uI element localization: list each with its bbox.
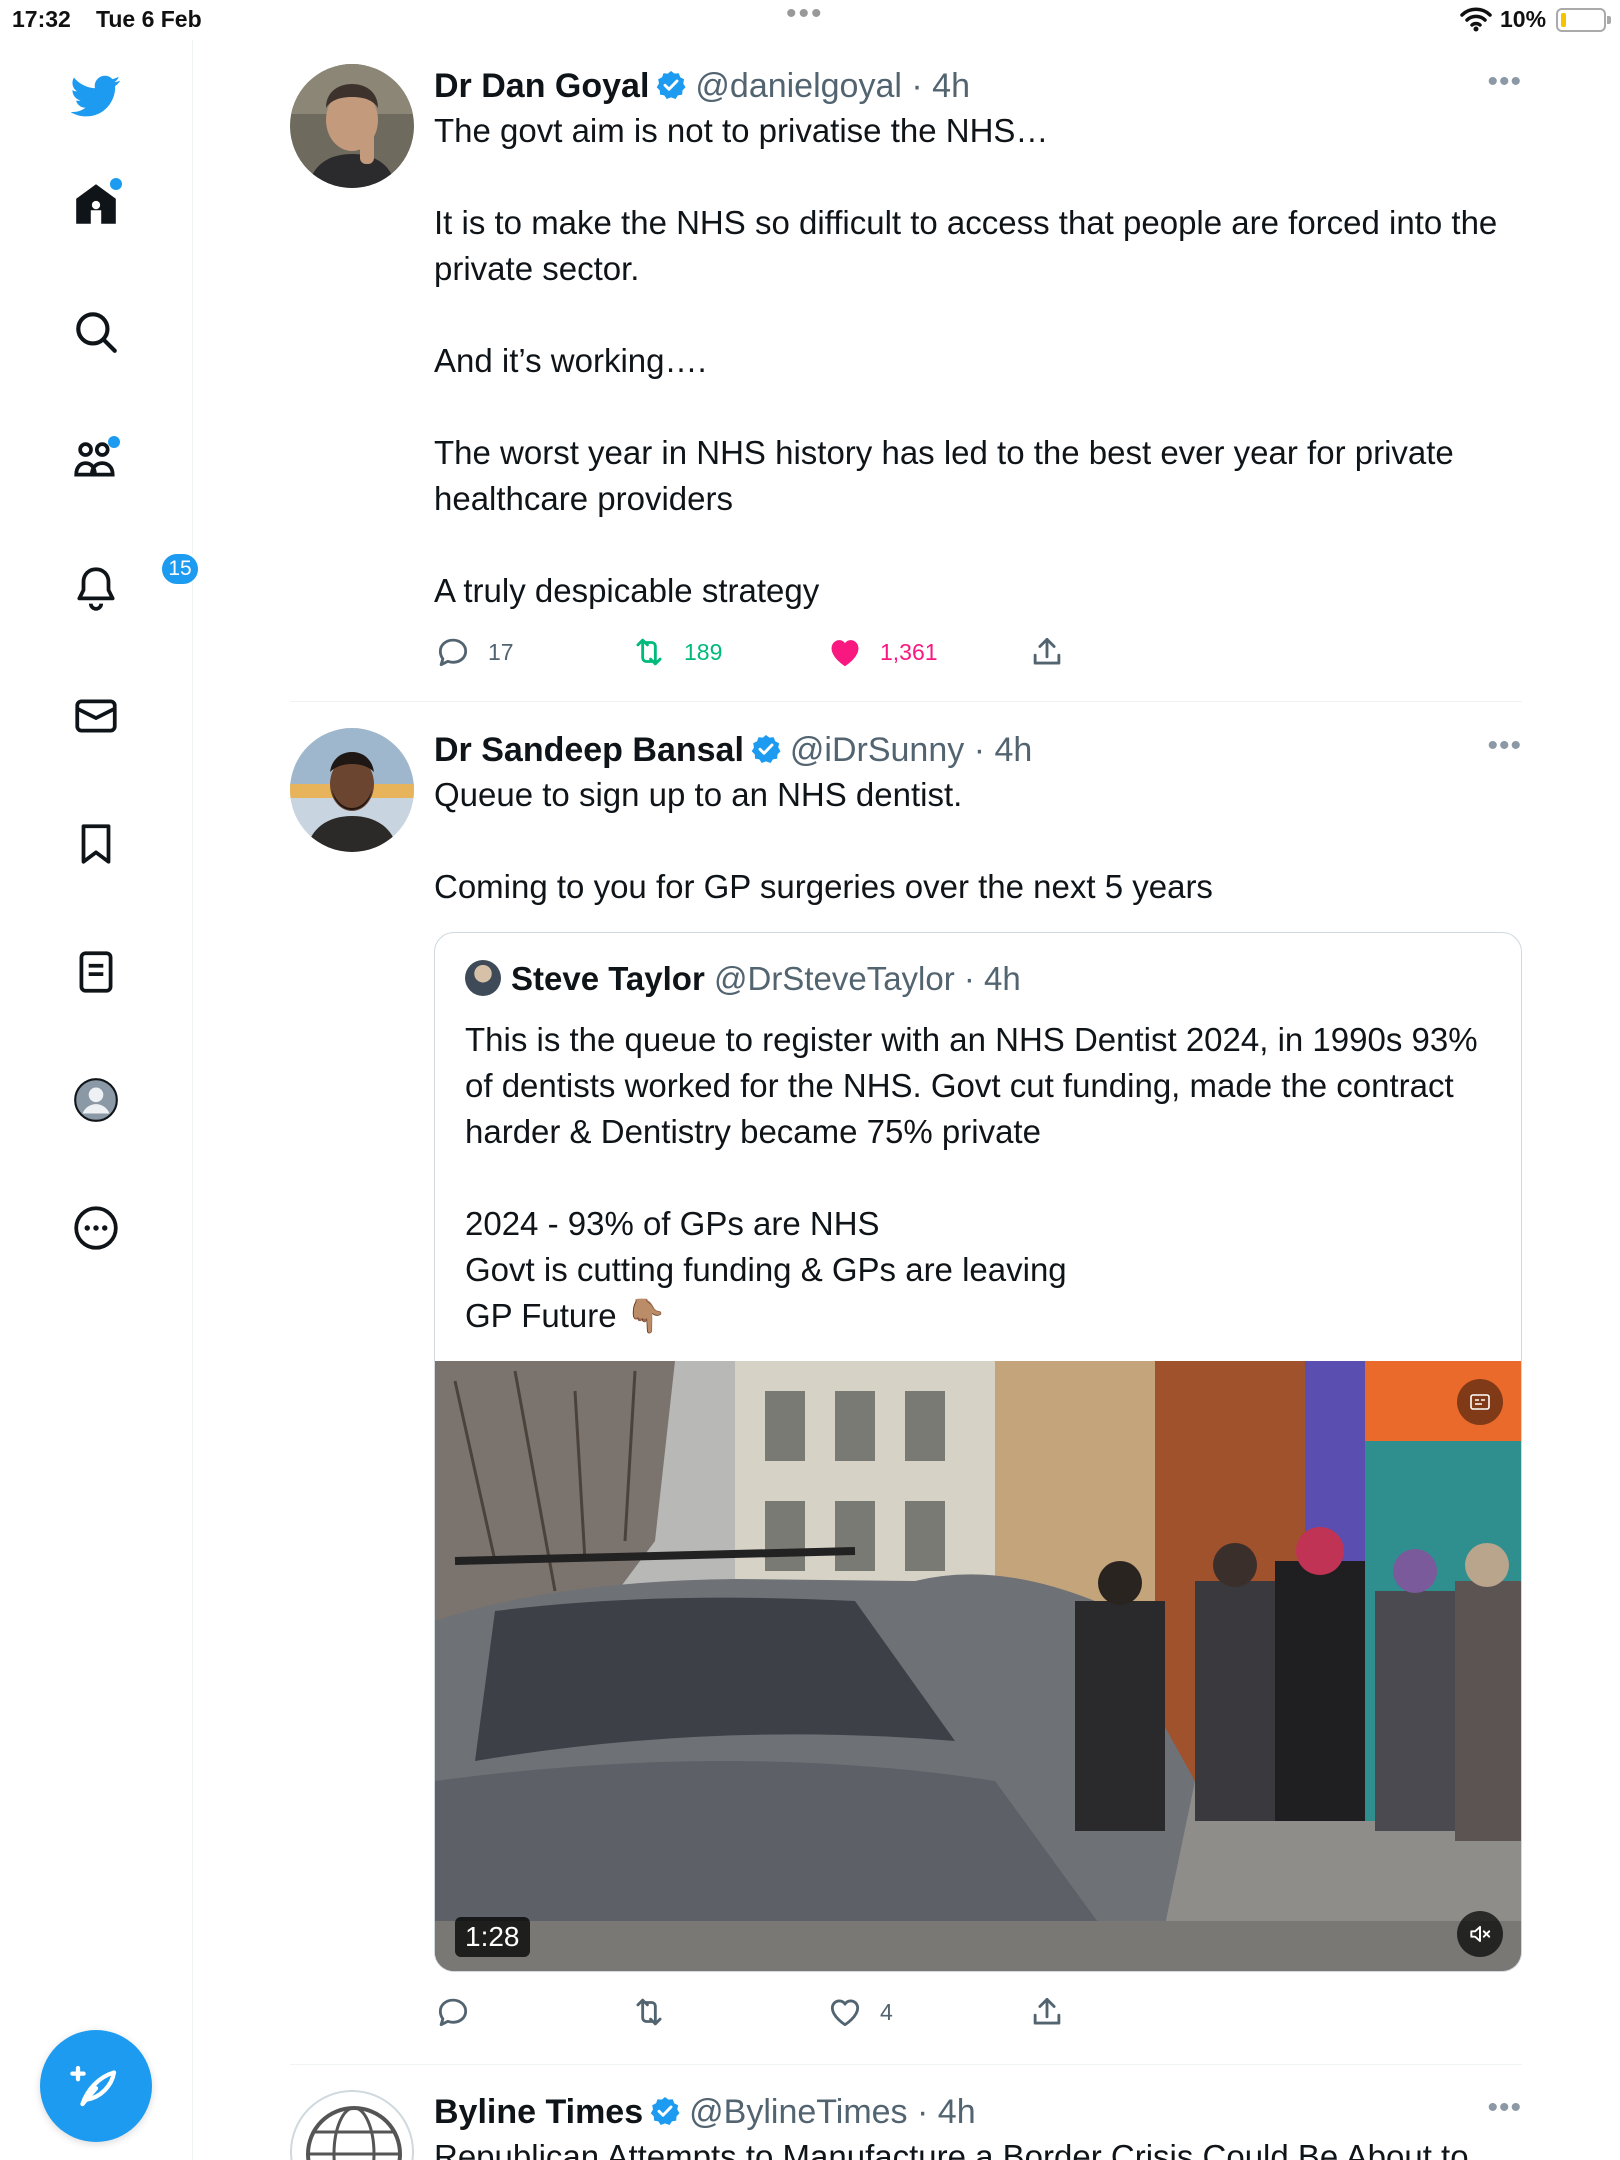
retweet-icon: [636, 1998, 662, 2026]
tweet-age[interactable]: 4h: [932, 67, 970, 105]
compose-tweet-button[interactable]: [40, 2030, 152, 2142]
retweet-icon: [636, 638, 662, 666]
bookmark-icon: [81, 824, 111, 864]
separator: ·: [901, 67, 933, 105]
reply-count: 17: [488, 638, 514, 665]
retweet-button[interactable]: [630, 1990, 684, 2034]
like-button[interactable]: 1,361: [826, 630, 938, 674]
quoted-tweet-age[interactable]: 4h: [984, 960, 1021, 997]
sidebar-item-twitter-logo[interactable]: [60, 60, 132, 132]
author-handle[interactable]: @danielgoyal: [695, 67, 902, 105]
share-icon: [1033, 637, 1061, 665]
tweet-text: Republican Attempts to Manufacture a Bor…: [434, 2138, 1469, 2160]
captions-button[interactable]: [1457, 1379, 1503, 1425]
author-name[interactable]: Dr Dan Goyal: [434, 67, 649, 105]
more-circle-icon: [74, 1206, 118, 1250]
tweet-text: The govt aim is not to privatise the NHS…: [434, 112, 1498, 609]
quoted-author-name[interactable]: Steve Taylor: [511, 960, 705, 997]
author-name[interactable]: Dr Sandeep Bansal: [434, 731, 744, 769]
captions-icon: [1470, 1394, 1490, 1410]
tweet-divider: [290, 701, 1522, 702]
status-bar: 17:32 Tue 6 Feb ••• 10%: [0, 0, 1620, 40]
tweet-actions: 17 189 1,361: [434, 630, 1522, 678]
more-options-icon[interactable]: •••: [1487, 2090, 1522, 2126]
verified-badge-icon: [751, 735, 781, 763]
separator: ·: [907, 2093, 938, 2131]
bell-icon: [77, 567, 115, 611]
separator: ·: [954, 960, 985, 997]
verified-badge-icon: [657, 71, 686, 99]
tweet-dan-goyal[interactable]: Dr Dan Goyal @danielgoyal · 4h ••• The go…: [290, 64, 1522, 684]
verified-badge-icon: [650, 2097, 680, 2125]
sidebar-item-lists[interactable]: [60, 936, 132, 1008]
tweet-text: Queue to sign up to an NHS dentist. Comi…: [434, 776, 1213, 905]
avatar[interactable]: [290, 2090, 414, 2160]
compose-feather-icon: [70, 2065, 117, 2107]
sidebar-item-bookmarks[interactable]: [60, 808, 132, 880]
multitasking-dots-icon[interactable]: •••: [786, 0, 824, 29]
more-options-icon[interactable]: •••: [1487, 64, 1522, 100]
video-player[interactable]: 1:28: [435, 1361, 1521, 1971]
author-handle[interactable]: @BylineTimes: [689, 2093, 907, 2131]
separator: ·: [964, 731, 995, 769]
author-handle[interactable]: @iDrSunny: [790, 731, 964, 769]
reply-icon: [438, 638, 468, 667]
quoted-tweet-card[interactable]: Steve Taylor @DrSteveTaylor · 4h This is…: [434, 932, 1522, 1972]
home-notification-dot: [110, 178, 122, 190]
avatar[interactable]: [290, 64, 414, 188]
like-count: 1,361: [880, 638, 938, 665]
sidebar-item-more[interactable]: [60, 1192, 132, 1264]
video-duration: 1:28: [455, 1917, 530, 1957]
heart-filled-icon: [831, 640, 859, 667]
heart-outline-icon: [830, 1999, 860, 2027]
reply-button[interactable]: 17: [434, 630, 514, 674]
retweet-count: 189: [684, 638, 723, 665]
sidebar-item-messages[interactable]: [60, 680, 132, 752]
sidebar-item-profile[interactable]: [60, 1064, 132, 1136]
share-button[interactable]: [1028, 630, 1066, 674]
retweet-button[interactable]: 189: [630, 630, 722, 674]
quoted-tweet-text: This is the queue to register with an NH…: [465, 1021, 1478, 1334]
speaker-muted-icon: [1470, 1925, 1491, 1943]
like-button[interactable]: 4: [826, 1990, 893, 2034]
tweet-byline-times[interactable]: Byline Times @BylineTimes · 4h ••• Republ…: [290, 2090, 1522, 2160]
twitter-logo-icon: [71, 75, 121, 117]
tweet-age[interactable]: 4h: [994, 731, 1032, 769]
search-icon: [76, 312, 117, 353]
status-time: 17:32: [12, 6, 71, 32]
notifications-count-badge: 15: [160, 552, 200, 586]
like-count: 4: [880, 1998, 893, 2025]
mail-icon: [75, 699, 117, 733]
more-options-icon[interactable]: •••: [1487, 728, 1522, 764]
tweet-age[interactable]: 4h: [938, 2093, 976, 2131]
video-thumbnail: [435, 1361, 1521, 1971]
reply-icon: [438, 1998, 468, 2027]
sidebar-item-home[interactable]: [60, 168, 132, 240]
profile-icon: [74, 1078, 118, 1122]
tweet-divider: [290, 2064, 1522, 2065]
communities-notification-dot: [108, 436, 120, 448]
quoted-author-avatar[interactable]: [465, 960, 501, 996]
share-button[interactable]: [1028, 1990, 1066, 2034]
sidebar-item-search[interactable]: [60, 296, 132, 368]
reply-button[interactable]: [434, 1990, 488, 2034]
lists-icon: [79, 951, 113, 993]
quoted-author-handle[interactable]: @DrSteveTaylor: [714, 960, 955, 997]
share-icon: [1033, 1997, 1061, 2025]
battery-icon: [1556, 8, 1611, 32]
author-name[interactable]: Byline Times: [434, 2093, 643, 2131]
mute-button[interactable]: [1457, 1911, 1503, 1957]
tweet-actions: 4: [434, 1990, 1522, 2038]
sidebar-item-communities[interactable]: [60, 424, 132, 496]
avatar[interactable]: [290, 728, 414, 852]
sidebar-nav: 15: [0, 40, 200, 2160]
tweet-sandeep-bansal[interactable]: Dr Sandeep Bansal @iDrSunny · 4h ••• Queu…: [290, 728, 1522, 2028]
status-date: Tue 6 Feb: [96, 6, 202, 32]
battery-percentage: 10%: [1500, 6, 1547, 32]
sidebar-item-notifications[interactable]: 15: [60, 552, 200, 624]
wifi-icon: [1460, 7, 1492, 32]
